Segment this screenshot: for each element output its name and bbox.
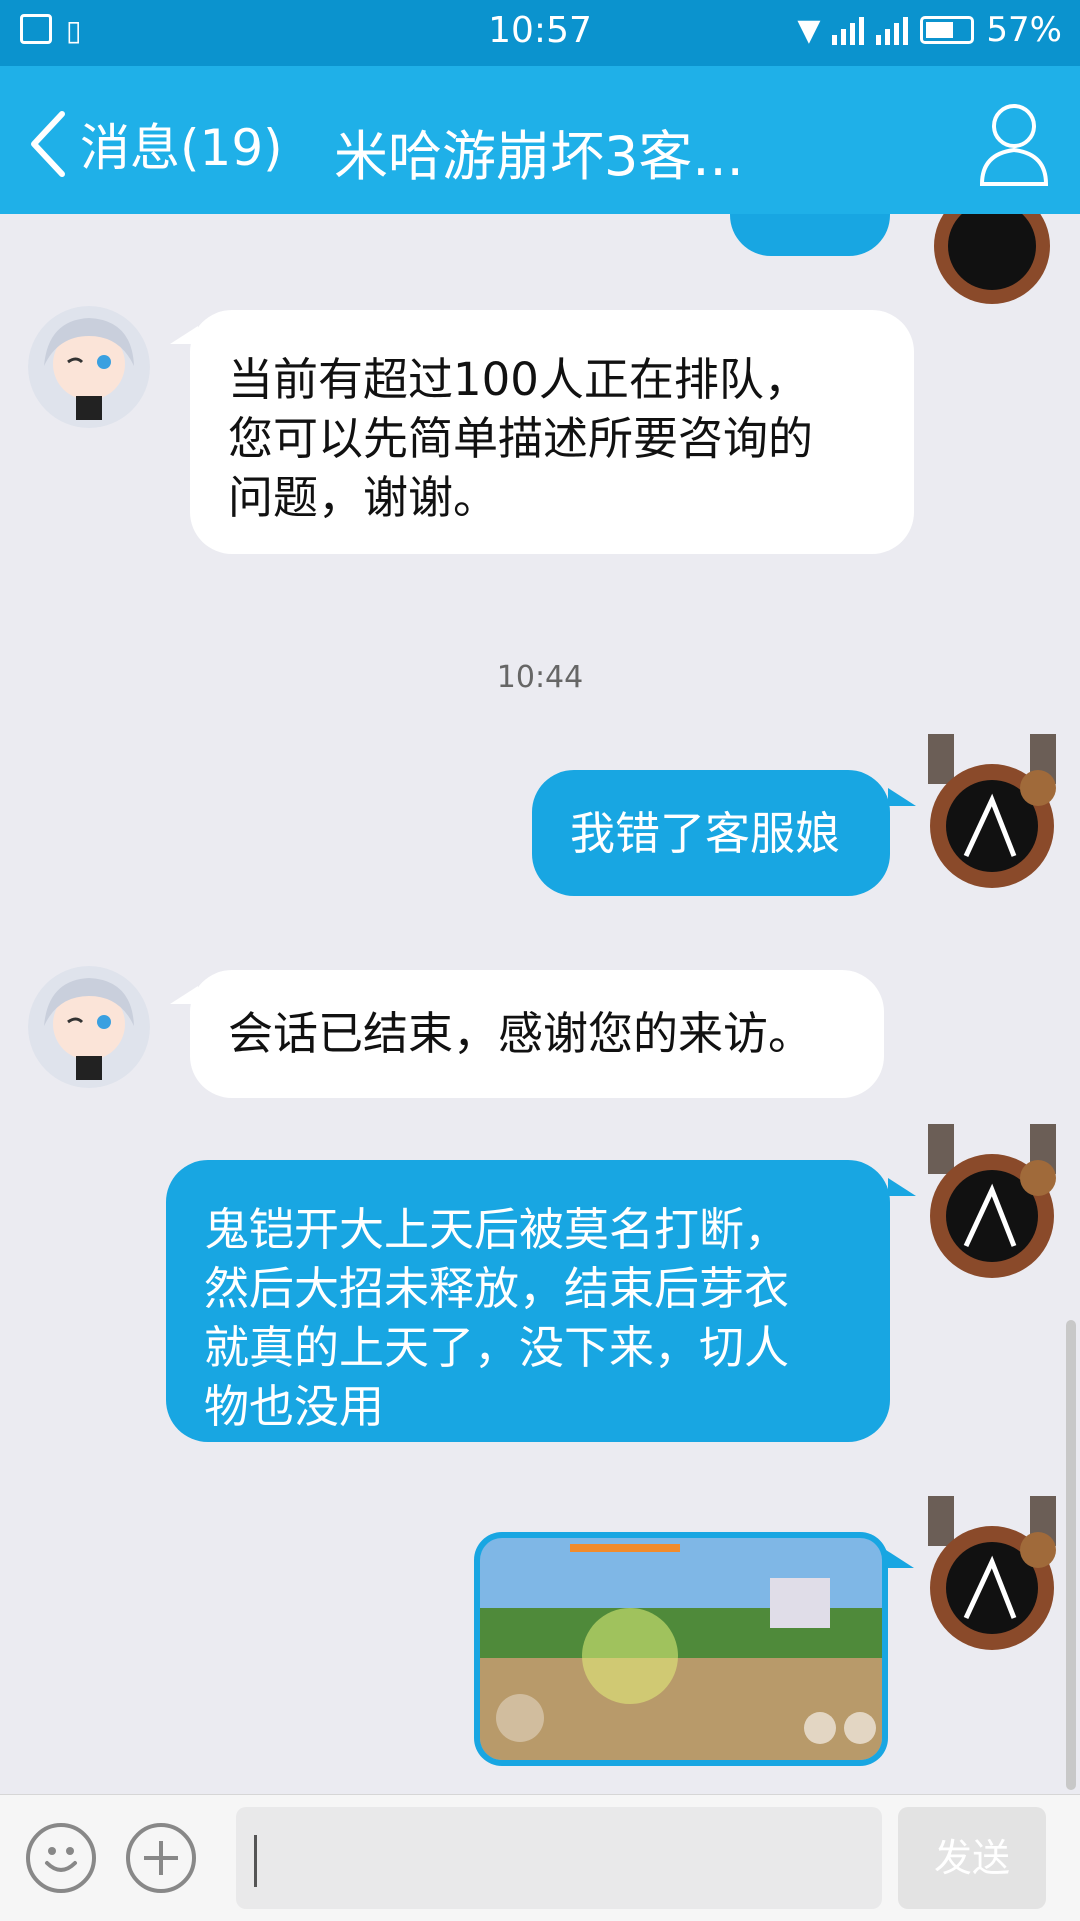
message-bubble: 我错了客服娘 [532, 770, 890, 896]
message-bubble: 鬼铠开大上天后被莫名打断， 然后大招未释放，结束后芽衣 就真的上天了，没下来，切… [166, 1160, 890, 1442]
user-avatar-gear-icon [934, 214, 1050, 304]
partial-message-bubble [730, 214, 890, 256]
chevron-left-icon [31, 111, 65, 177]
message-bubble: 会话已结束，感谢您的来访。 [190, 970, 884, 1098]
nav-bar: 消息(19) 米哈游崩坏3客... [0, 66, 1080, 214]
chat-scrollbar[interactable] [1066, 1320, 1076, 1790]
back-button[interactable]: 消息(19) [28, 108, 283, 180]
back-label: 消息(19) [80, 119, 283, 177]
chat-area[interactable]: 当前有超过100人正在排队， 您可以先简单描述所要咨询的 问题，谢谢。 10:4… [0, 214, 1080, 1794]
input-bar: 发送 [0, 1794, 1080, 1921]
add-button[interactable] [126, 1823, 196, 1893]
status-bar: ▯ 10:57 ▼ 57% [0, 0, 1080, 66]
agent-avatar[interactable] [28, 306, 150, 428]
plus-icon [144, 1841, 178, 1875]
bubble-tail [888, 788, 916, 806]
message-timestamp: 10:44 [496, 660, 584, 695]
battery-icon [920, 16, 975, 44]
chat-title: 米哈游崩坏3客... [334, 125, 744, 188]
signal-icon-2 [876, 15, 909, 45]
bubble-tail [888, 1178, 916, 1196]
agent-avatar[interactable] [28, 966, 150, 1088]
send-button[interactable]: 发送 [898, 1807, 1046, 1909]
signal-icon [832, 15, 865, 45]
smiley-icon [45, 1847, 77, 1872]
bubble-tail [886, 1550, 914, 1568]
user-avatar-gear-icon[interactable] [918, 1120, 1066, 1290]
battery-percent: 57% [986, 10, 1062, 50]
message-bubble: 当前有超过100人正在排队， 您可以先简单描述所要咨询的 问题，谢谢。 [190, 310, 914, 554]
wifi-icon: ▼ [797, 12, 821, 48]
image-message-bubble[interactable] [474, 1532, 888, 1766]
emoji-button[interactable] [26, 1823, 96, 1893]
profile-icon[interactable] [976, 98, 1052, 188]
user-avatar-gear-icon[interactable] [918, 1492, 1066, 1662]
message-input[interactable] [236, 1807, 882, 1909]
game-screenshot-image [480, 1538, 882, 1760]
text-caret [254, 1835, 257, 1887]
user-avatar-gear-icon[interactable] [918, 730, 1066, 900]
